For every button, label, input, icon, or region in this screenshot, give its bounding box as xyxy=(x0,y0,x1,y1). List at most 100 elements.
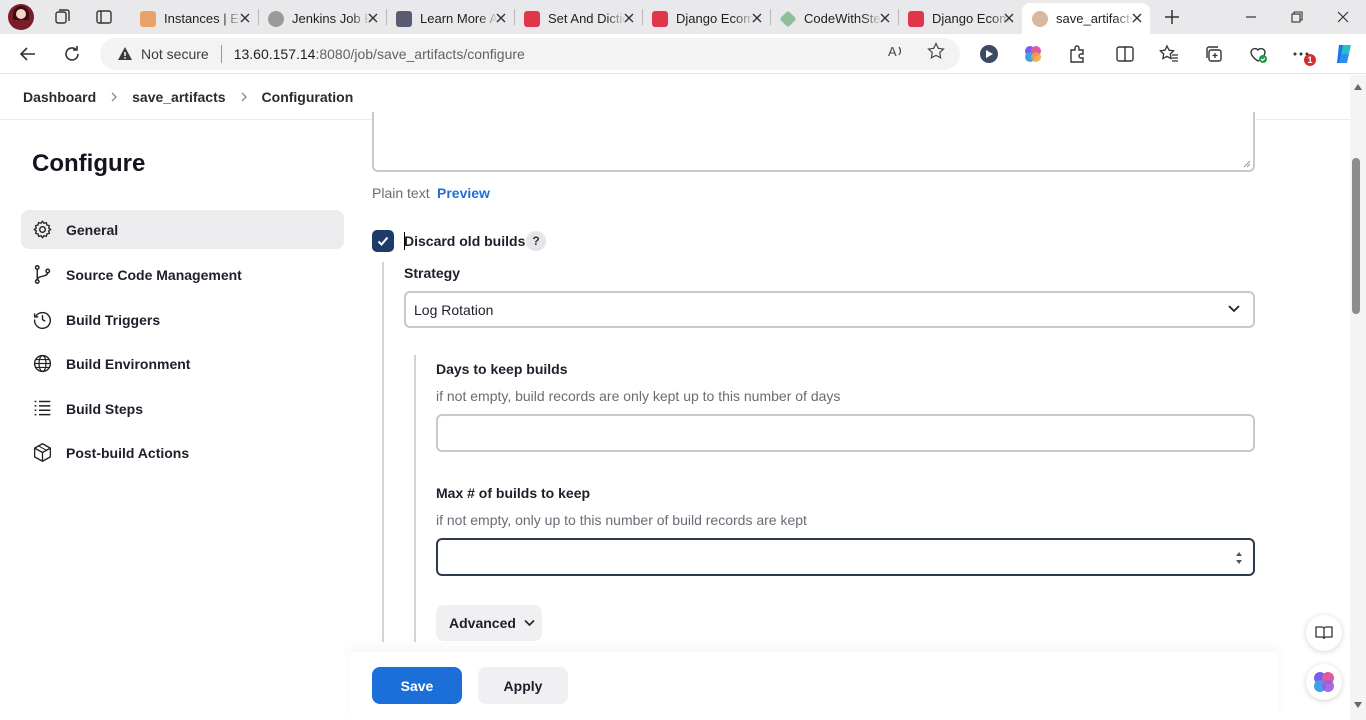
browser-tab[interactable]: CodeWithStein xyxy=(770,3,898,34)
browser-essentials-icon[interactable] xyxy=(1248,44,1268,64)
close-tab-icon[interactable] xyxy=(238,11,252,25)
workspaces-icon[interactable] xyxy=(53,8,71,26)
days-to-keep-input[interactable] xyxy=(436,414,1255,452)
browser-tab-strip: Instances | EC2 Jenkins Job Builder Lear… xyxy=(0,0,1366,34)
scrollbar-thumb[interactable] xyxy=(1352,158,1360,314)
sidebar-item-general[interactable]: General xyxy=(21,210,344,249)
resize-grip-icon[interactable] xyxy=(1243,160,1251,168)
checkmark-icon xyxy=(377,236,389,246)
breadcrumb-job[interactable]: save_artifacts xyxy=(132,89,225,105)
strategy-select[interactable]: Log Rotation xyxy=(404,291,1255,328)
browser-tab[interactable]: Jenkins Job Builder xyxy=(258,3,386,34)
description-textarea[interactable] xyxy=(372,112,1255,172)
discard-old-builds-checkbox[interactable] xyxy=(372,230,394,252)
notification-badge: 1 xyxy=(1304,54,1316,66)
svg-text:A: A xyxy=(888,44,897,59)
tab-title: Instances | EC2 xyxy=(164,11,242,26)
close-tab-icon[interactable] xyxy=(750,11,764,25)
minimize-button[interactable] xyxy=(1228,0,1274,34)
security-label[interactable]: Not secure xyxy=(141,46,209,62)
max-builds-input[interactable] xyxy=(436,538,1255,576)
number-spinner-icon[interactable] xyxy=(1235,550,1243,566)
close-tab-icon[interactable] xyxy=(1130,11,1144,25)
tab-title: save_artifacts xyxy=(1056,11,1134,26)
triangle-up-icon xyxy=(1354,84,1362,90)
book-icon xyxy=(1315,626,1333,640)
breadcrumb-dashboard[interactable]: Dashboard xyxy=(23,89,96,105)
sidebar-item-build-steps[interactable]: Build Steps xyxy=(21,389,344,428)
close-tab-icon[interactable] xyxy=(1002,11,1016,25)
extensions-puzzle-icon[interactable] xyxy=(1067,44,1087,64)
copilot-icon[interactable] xyxy=(1333,42,1357,66)
browser-tab[interactable]: Django Ecommerce xyxy=(642,3,770,34)
warning-triangle-icon[interactable] xyxy=(117,46,133,62)
advanced-label: Advanced xyxy=(449,615,516,631)
advanced-button[interactable]: Advanced xyxy=(436,605,542,641)
chevron-right-icon xyxy=(241,92,247,102)
tab-favicon-icon xyxy=(396,10,412,27)
back-arrow-icon[interactable] xyxy=(18,44,38,64)
profile-avatar[interactable] xyxy=(8,4,34,30)
close-tab-icon[interactable] xyxy=(494,11,508,25)
tab-favicon-icon xyxy=(268,10,284,27)
discard-old-builds-label[interactable]: Discard old builds xyxy=(404,233,525,249)
branch-icon xyxy=(34,265,51,284)
chevron-down-icon xyxy=(524,619,535,627)
list-icon xyxy=(34,400,51,416)
browser-tab[interactable]: Instances | EC2 xyxy=(130,3,258,34)
breadcrumb-configuration[interactable]: Configuration xyxy=(262,89,354,105)
section-indent-line xyxy=(382,262,384,642)
page-title: Configure xyxy=(32,150,146,177)
immersive-reader-button[interactable] xyxy=(1306,615,1342,651)
text-cursor xyxy=(404,232,405,250)
close-tab-icon[interactable] xyxy=(622,11,636,25)
browser-tab[interactable]: Django Ecommerce xyxy=(898,3,1022,34)
extension-circle-icon[interactable] xyxy=(979,44,999,64)
triangle-down-icon xyxy=(1354,702,1362,708)
jenkins-icon xyxy=(1032,10,1048,27)
help-button[interactable]: ? xyxy=(526,231,546,251)
close-tab-icon[interactable] xyxy=(366,11,380,25)
favorites-icon[interactable] xyxy=(1159,44,1179,64)
browser-tab[interactable]: Learn More About xyxy=(386,3,514,34)
restore-icon xyxy=(1291,11,1303,23)
read-aloud-icon[interactable]: A xyxy=(887,42,905,60)
tab-title: Learn More About xyxy=(420,11,498,26)
subsection-indent-line xyxy=(414,355,416,642)
tab-title: Set And Dictionary xyxy=(548,11,626,26)
tab-title: Django Ecommerce xyxy=(676,11,754,26)
tab-title: CodeWithStein xyxy=(804,11,882,26)
browser-tab-active[interactable]: save_artifacts xyxy=(1022,3,1150,34)
url-host: 13.60.157.14 xyxy=(233,46,316,62)
sidebar-item-build-environment[interactable]: Build Environment xyxy=(21,344,344,383)
restore-button[interactable] xyxy=(1274,0,1320,34)
favorite-star-icon[interactable] xyxy=(927,42,945,60)
preview-link[interactable]: Preview xyxy=(437,185,490,201)
sidebar-item-build-triggers[interactable]: Build Triggers xyxy=(21,300,344,339)
collections-icon[interactable] xyxy=(1204,44,1224,64)
strategy-label: Strategy xyxy=(404,265,461,281)
sidebar-item-post-build-actions[interactable]: Post-build Actions xyxy=(21,433,344,472)
scroll-down-arrow[interactable] xyxy=(1350,698,1366,712)
save-button[interactable]: Save xyxy=(372,667,462,704)
sidebar-item-label: Build Environment xyxy=(66,355,191,372)
sidebar-item-source-code-management[interactable]: Source Code Management xyxy=(21,255,344,294)
package-icon xyxy=(33,443,52,462)
clock-icon xyxy=(33,311,51,329)
url-path: :8080/job/save_artifacts/configure xyxy=(315,46,525,62)
split-screen-icon[interactable] xyxy=(1115,44,1135,64)
close-tab-icon[interactable] xyxy=(878,11,892,25)
refresh-icon[interactable] xyxy=(62,44,82,64)
close-window-button[interactable] xyxy=(1320,0,1366,34)
tab-favicon-icon xyxy=(140,10,156,27)
ai-extension-icon[interactable] xyxy=(1023,44,1043,64)
new-tab-icon[interactable] xyxy=(1162,7,1182,27)
address-bar[interactable]: Not secure 13.60.157.14 :8080/job/save_a… xyxy=(100,38,960,70)
ai-assistant-button[interactable] xyxy=(1306,664,1342,700)
apply-button[interactable]: Apply xyxy=(478,667,568,704)
tab-actions-icon[interactable] xyxy=(95,8,113,26)
browser-tab[interactable]: Set And Dictionary xyxy=(514,3,642,34)
scroll-up-arrow[interactable] xyxy=(1350,80,1366,94)
tab-title: Django Ecommerce xyxy=(932,11,1010,26)
tab-title: Jenkins Job Builder xyxy=(292,11,370,26)
